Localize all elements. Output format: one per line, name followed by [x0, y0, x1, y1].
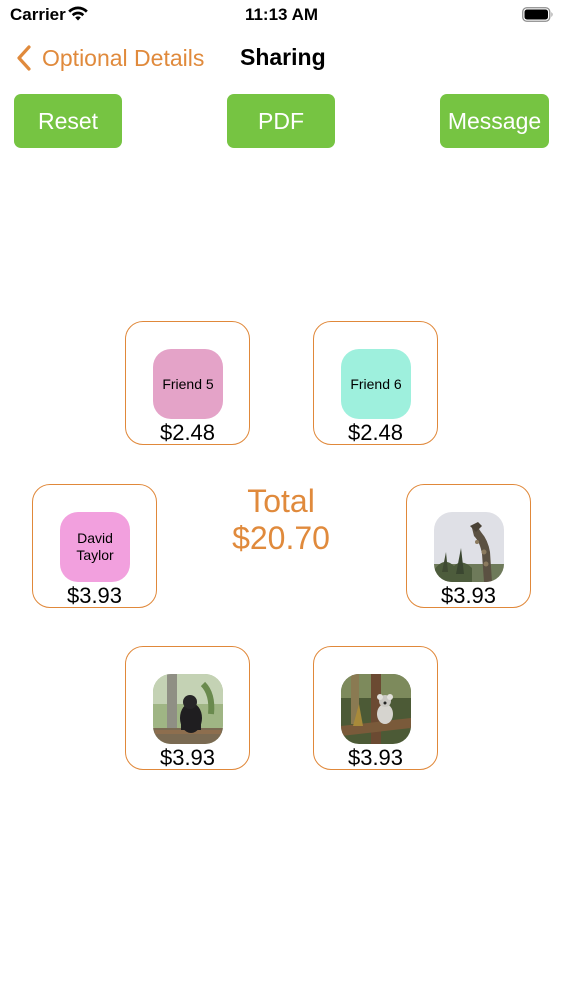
participant-name: Friend 5	[162, 375, 214, 392]
avatar-koala-photo	[341, 674, 411, 744]
total-amount: $20.70	[232, 520, 330, 556]
participant-card-koala-photo[interactable]: $3.93	[313, 646, 438, 770]
avatar-friend-5: Friend 5	[153, 349, 223, 419]
avatar-friend-6: Friend 6	[341, 349, 411, 419]
giraffe-photo-image	[434, 512, 504, 582]
page-title: Sharing	[240, 44, 326, 70]
participant-card-david-taylor[interactable]: David Taylor $3.93	[32, 484, 157, 608]
participant-amount: $2.48	[159, 420, 216, 445]
participant-name: David Taylor	[76, 530, 114, 563]
participant-card-giraffe-photo[interactable]: $3.93	[406, 484, 531, 608]
status-time: 11:13 AM	[244, 5, 319, 24]
status-bar: Carrier 11:13 AM	[0, 0, 563, 30]
participant-amount: $3.93	[159, 745, 216, 770]
avatar-david-taylor: David Taylor	[60, 512, 130, 582]
avatar-gorilla-photo	[153, 674, 223, 744]
chevron-left-icon	[17, 45, 31, 71]
participant-name: Friend 6	[350, 375, 402, 392]
participant-amount: $3.93	[66, 583, 123, 608]
koala-photo-image	[341, 674, 411, 744]
total-label: Total	[247, 483, 315, 519]
navigation-bar: Optional Details Sharing	[0, 36, 563, 80]
participant-card-friend-6[interactable]: Friend 6 $2.48	[313, 321, 438, 445]
avatar-giraffe-photo	[434, 512, 504, 582]
reset-button[interactable]: Reset	[14, 94, 122, 148]
pdf-button[interactable]: PDF	[227, 94, 335, 148]
message-button[interactable]: Message	[440, 94, 549, 148]
back-button-label: Optional Details	[42, 44, 205, 71]
participant-amount: $3.93	[440, 583, 497, 608]
total-summary: Total $20.70	[181, 483, 381, 557]
participant-card-friend-5[interactable]: Friend 5 $2.48	[125, 321, 250, 445]
participant-amount: $3.93	[347, 745, 404, 770]
gorilla-photo-image	[153, 674, 223, 744]
back-button[interactable]: Optional Details	[14, 42, 204, 74]
battery-icon	[522, 7, 553, 22]
participant-amount: $2.48	[347, 420, 404, 445]
participant-card-gorilla-photo[interactable]: $3.93	[125, 646, 250, 770]
